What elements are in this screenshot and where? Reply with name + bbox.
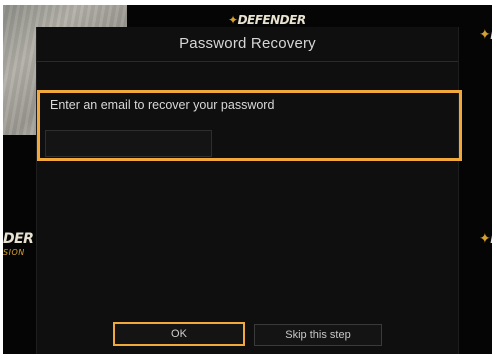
brand-logo-text: D — [490, 231, 492, 247]
logo-mark-icon: ✦ — [228, 13, 238, 27]
email-field-label: Enter an email to recover your password — [50, 98, 275, 112]
brand-logo-text: DEFENDER — [237, 13, 307, 27]
brand-logo-right-top: ✦D — [479, 27, 492, 43]
brand-logo-left-subtitle: SION — [3, 248, 25, 257]
app-screen: ✦DEFENDER DER SION ✦D ✦D Password Recove… — [3, 5, 492, 354]
email-recovery-group: Enter an email to recover your password — [37, 90, 462, 161]
skip-step-button[interactable]: Skip this step — [254, 324, 382, 346]
logo-mark-icon: ✦ — [479, 27, 491, 43]
brand-logo-right: ✦D — [479, 231, 492, 247]
brand-logo-text: D — [490, 27, 492, 43]
dialog-title: Password Recovery — [179, 35, 316, 52]
password-recovery-dialog: Password Recovery Enter an email to reco… — [36, 27, 462, 354]
title-divider — [37, 61, 458, 62]
logo-mark-icon: ✦ — [479, 231, 491, 247]
brand-logo-top: ✦DEFENDER — [228, 13, 306, 27]
ok-button[interactable]: OK — [113, 322, 245, 346]
brand-logo-left: DER — [3, 231, 34, 247]
email-field[interactable] — [45, 130, 212, 157]
